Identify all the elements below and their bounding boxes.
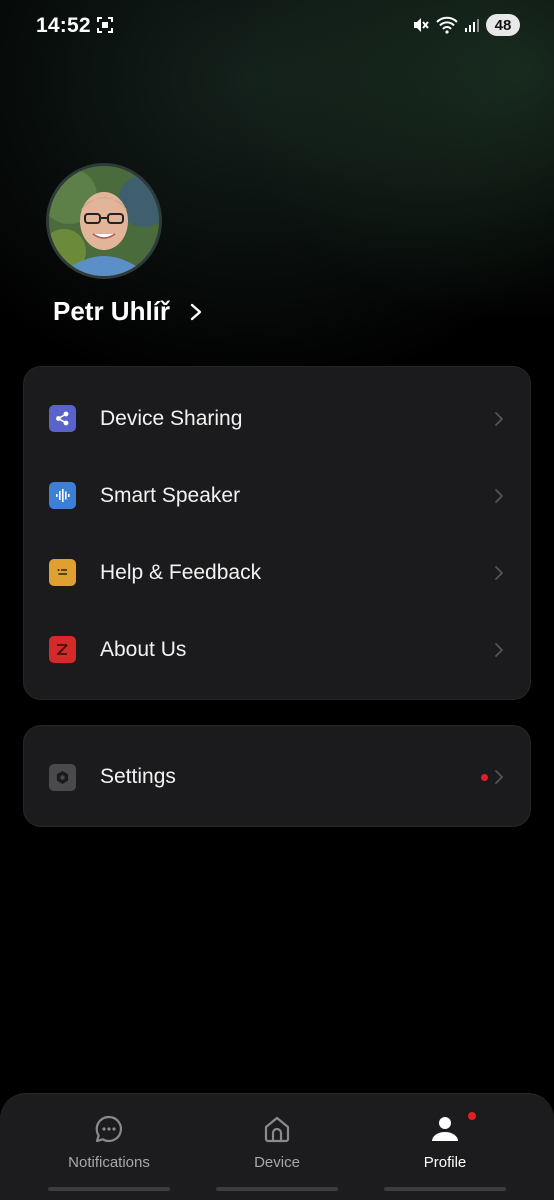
profile-name-row[interactable]: Petr Uhlíř	[53, 296, 204, 327]
profile-name: Petr Uhlíř	[53, 296, 171, 326]
nav-indicator	[216, 1187, 338, 1191]
soundwave-icon	[49, 482, 76, 509]
status-bar: 14:52 48	[0, 0, 554, 54]
menu-item-label: Help & Feedback	[100, 560, 262, 584]
chevron-right-icon	[495, 642, 503, 657]
battery-badge: 48	[486, 14, 520, 36]
settings-label: Settings	[100, 765, 176, 788]
chevron-right-icon	[495, 411, 503, 426]
menu-card: Device Sharing Smart Speaker Help & Feed…	[23, 366, 531, 700]
tab-label: Notifications	[68, 1154, 150, 1171]
tab-notifications[interactable]: Notifications	[17, 1094, 201, 1200]
nav-indicator	[48, 1187, 170, 1191]
avatar-photo	[49, 166, 159, 276]
mute-icon	[414, 18, 429, 32]
chevron-right-icon	[190, 303, 202, 320]
status-icons: 48	[412, 14, 520, 36]
wifi-icon	[436, 16, 458, 34]
tab-label: Profile	[423, 1154, 467, 1171]
screen-recording-icon	[97, 17, 113, 33]
chevron-right-icon	[495, 488, 503, 503]
signal-icon	[465, 19, 479, 32]
chat-bubble-icon	[95, 1115, 123, 1143]
share-icon	[49, 405, 76, 432]
menu-item-label: Device Sharing	[100, 406, 243, 430]
settings-card: Settings	[23, 725, 531, 827]
chevron-right-icon	[495, 770, 503, 784]
tab-device[interactable]: Device	[185, 1094, 369, 1200]
tab-label: Device	[254, 1154, 300, 1171]
chevron-right-icon	[495, 565, 503, 580]
menu-item-label: About Us	[100, 637, 187, 661]
menu-item-label: Smart Speaker	[100, 483, 241, 507]
bottom-nav: Notifications Device Profile	[0, 1093, 554, 1200]
menu-item-smart-speaker[interactable]: Smart Speaker	[24, 457, 530, 534]
tab-profile[interactable]: Profile	[353, 1094, 537, 1200]
gear-icon	[49, 763, 76, 791]
brand-logo-icon	[49, 636, 76, 663]
menu-item-device-sharing[interactable]: Device Sharing	[24, 380, 530, 457]
nav-indicator	[384, 1187, 506, 1191]
status-time: 14:52	[36, 14, 91, 37]
menu-item-about-us[interactable]: About Us	[24, 611, 530, 688]
home-icon	[264, 1116, 290, 1143]
notification-dot	[481, 773, 488, 781]
profile-badge-dot	[468, 1112, 476, 1120]
menu-item-help-feedback[interactable]: Help & Feedback	[24, 534, 530, 611]
menu-item-settings[interactable]: Settings	[24, 726, 530, 828]
person-icon	[432, 1117, 458, 1141]
avatar[interactable]	[46, 163, 162, 279]
feedback-icon	[49, 559, 76, 586]
